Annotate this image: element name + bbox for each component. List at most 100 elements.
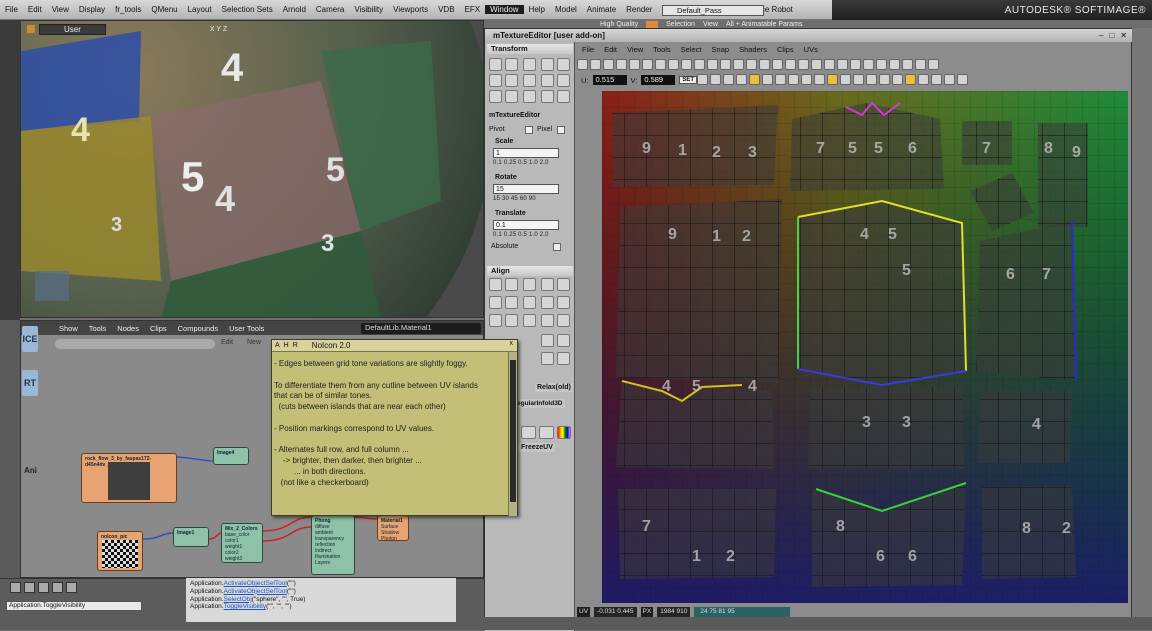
material-node[interactable]: Material1 Surface Shadow Photon — [377, 515, 409, 542]
align-icon[interactable] — [505, 314, 518, 327]
tool-icon[interactable] — [957, 74, 968, 85]
tool-icon[interactable] — [876, 59, 887, 70]
image1-node[interactable]: Image1 — [173, 527, 209, 547]
tool-icon[interactable] — [655, 59, 666, 70]
menu-edit[interactable]: Edit — [23, 5, 47, 14]
command-line-input[interactable]: Application.ToggleVisibility — [6, 601, 142, 611]
tool-icon[interactable] — [775, 74, 786, 85]
note-tab-r[interactable]: R — [293, 342, 298, 349]
arrow-icon[interactable] — [557, 90, 570, 103]
rotate-field[interactable]: 15 — [493, 184, 559, 194]
tool-icon[interactable] — [603, 59, 614, 70]
tool-icon[interactable] — [642, 59, 653, 70]
translate-presets[interactable]: 0.1 0.25 0.5 1.0 2.0 — [493, 232, 549, 238]
tool-icon[interactable] — [710, 74, 721, 85]
align-icon[interactable] — [523, 278, 536, 291]
layout-icon[interactable] — [52, 582, 63, 593]
tex-menu-view[interactable]: View — [622, 45, 648, 54]
tool-icon[interactable] — [918, 74, 929, 85]
minimize-icon[interactable]: – — [1099, 31, 1103, 40]
align-icon[interactable] — [541, 278, 554, 291]
translate-field[interactable]: 0.1 — [493, 220, 559, 230]
menu-model[interactable]: Model — [550, 5, 582, 14]
rotate-icon[interactable] — [557, 74, 570, 87]
menu-arnold[interactable]: Arnold — [278, 5, 311, 14]
scale-icon[interactable] — [523, 58, 536, 71]
tool-icon[interactable] — [749, 74, 760, 85]
align-icon[interactable] — [489, 314, 502, 327]
tool-icon[interactable] — [798, 59, 809, 70]
tool-icon[interactable] — [892, 74, 903, 85]
align-icon[interactable] — [557, 352, 570, 365]
tex-menu-uvs[interactable]: UVs — [799, 45, 823, 54]
tool-icon[interactable] — [801, 74, 812, 85]
tex-menu-clips[interactable]: Clips — [772, 45, 799, 54]
dist-icon[interactable] — [521, 426, 536, 439]
layout-icon[interactable] — [66, 582, 77, 593]
align-icon[interactable] — [557, 278, 570, 291]
move-icon[interactable] — [489, 58, 502, 71]
tool-icon[interactable] — [905, 74, 916, 85]
tex-menu-shaders[interactable]: Shaders — [734, 45, 772, 54]
uv-canvas[interactable]: 9123 7556 789 912 455 67 454 334 712 866… — [602, 91, 1128, 603]
tool-icon[interactable] — [827, 74, 838, 85]
align-icon[interactable] — [541, 314, 554, 327]
align-icon[interactable] — [523, 314, 536, 327]
scale-presets[interactable]: 0.1 0.25 0.5 1.0 2.0 — [493, 160, 549, 166]
rotate-presets[interactable]: 15 30 45 60 90 — [493, 196, 536, 202]
script-link[interactable]: SelectObj — [224, 596, 252, 603]
menu-file[interactable]: File — [0, 5, 23, 14]
menu-view[interactable]: View — [47, 5, 74, 14]
tool-icon[interactable] — [668, 59, 679, 70]
tool-icon[interactable] — [915, 59, 926, 70]
menu-qmenu[interactable]: QMenu — [146, 5, 182, 14]
phong-node[interactable]: Phong diffuse ambient transparency refle… — [311, 515, 355, 575]
tool-icon[interactable] — [590, 59, 601, 70]
tool-icon[interactable] — [863, 59, 874, 70]
tool-icon[interactable] — [723, 74, 734, 85]
tool-icon[interactable] — [944, 74, 955, 85]
tool-icon[interactable] — [746, 59, 757, 70]
layout-icon[interactable] — [10, 582, 21, 593]
script-link[interactable]: ActivateObjectSelTool — [224, 580, 287, 587]
layout-icon[interactable] — [24, 582, 35, 593]
pivot-checkbox[interactable] — [525, 126, 533, 134]
align-icon[interactable] — [505, 278, 518, 291]
arrow-icon[interactable] — [541, 90, 554, 103]
image-file-node[interactable]: rock_flow_3_by_faspas172-d45n4dv_jpg — [81, 453, 177, 503]
note-scrollbar[interactable] — [508, 352, 517, 516]
noicon-note-popup[interactable]: A H R NoIcon 2.0 x - Edges between grid … — [271, 339, 518, 516]
note-tab-h[interactable]: H — [284, 342, 289, 349]
pass-dropdown[interactable]: Default_Pass — [662, 5, 764, 16]
tex-menu-file[interactable]: File — [577, 45, 599, 54]
3d-viewport[interactable]: 4 4 5 4 5 3 3 User X Y Z — [20, 20, 484, 318]
align-icon[interactable] — [541, 296, 554, 309]
tool-icon[interactable] — [928, 59, 939, 70]
pixel-checkbox[interactable] — [557, 126, 565, 134]
tool-icon[interactable] — [902, 59, 913, 70]
menu-viewports[interactable]: Viewports — [388, 5, 433, 14]
align-section[interactable]: Align — [487, 266, 573, 276]
tool-icon[interactable] — [811, 59, 822, 70]
tex-menu-select[interactable]: Select — [676, 45, 707, 54]
close-icon[interactable]: ✕ — [1120, 31, 1127, 40]
tool-icon[interactable] — [762, 74, 773, 85]
rotate-icon[interactable] — [523, 74, 536, 87]
mix-colors-node[interactable]: Mix_2_Colors base_color color1 weight1 c… — [221, 523, 263, 563]
tool-icon[interactable] — [707, 59, 718, 70]
menu-display[interactable]: Display — [74, 5, 110, 14]
u-input[interactable]: 0.515 — [592, 75, 627, 85]
tool-icon[interactable] — [733, 59, 744, 70]
tool-icon[interactable] — [824, 59, 835, 70]
tex-menu-edit[interactable]: Edit — [599, 45, 622, 54]
menu-vdb[interactable]: VDB — [433, 5, 459, 14]
note-scroll-thumb[interactable] — [510, 360, 516, 502]
tool-icon[interactable] — [785, 59, 796, 70]
tool-icon[interactable] — [837, 59, 848, 70]
tex-menu-snap[interactable]: Snap — [707, 45, 735, 54]
note-tab-a[interactable]: A — [275, 342, 280, 349]
ice-tab[interactable]: ICE — [22, 326, 38, 352]
tool-icon[interactable] — [850, 59, 861, 70]
tool-icon[interactable] — [788, 74, 799, 85]
tool-icon[interactable] — [616, 59, 627, 70]
